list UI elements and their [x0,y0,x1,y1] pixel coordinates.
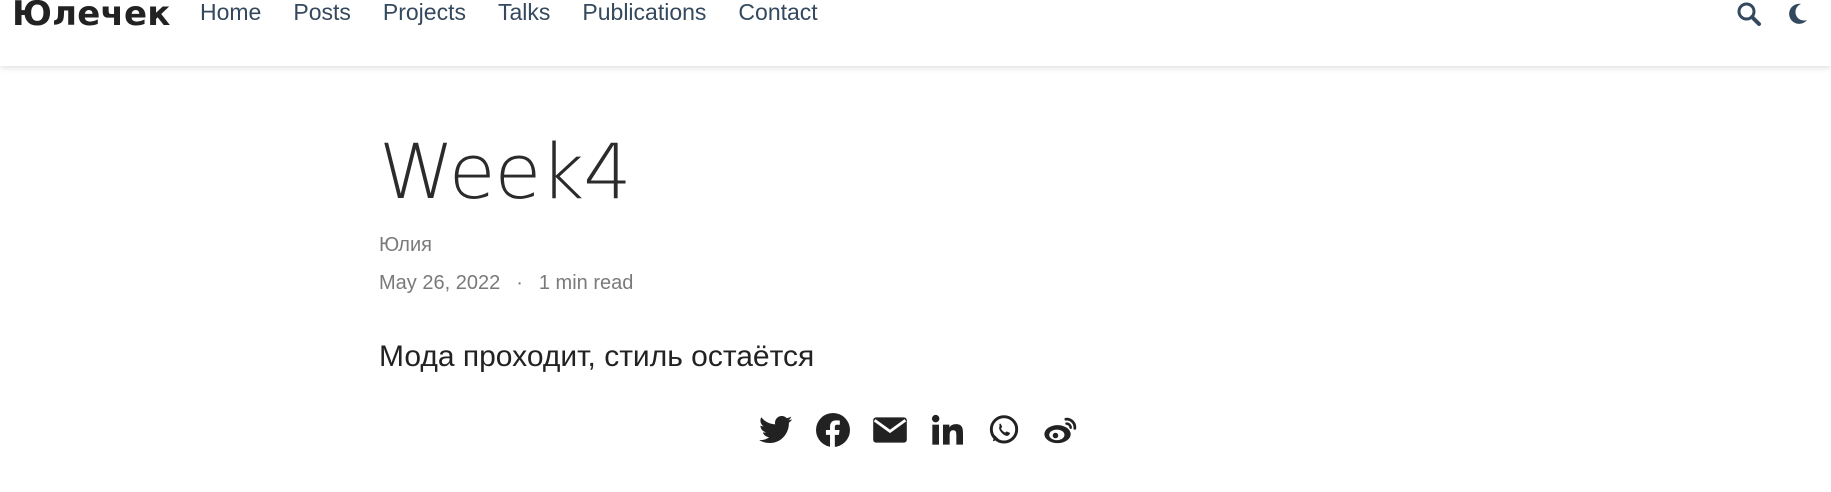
email-icon[interactable] [870,410,910,450]
post-date: May 26, 2022 [379,272,501,294]
weibo-icon[interactable] [1041,410,1081,450]
read-time: 1 min read [538,272,634,294]
moon-icon[interactable] [1783,0,1811,28]
site-header: Юлечек Home Posts Projects Talks Publica… [0,0,1831,66]
post-content: Мода проходит, стиль остаётся [379,340,815,373]
nav-posts[interactable]: Posts [293,0,351,26]
post-title: Week4 [379,127,632,216]
nav-home[interactable]: Home [200,0,261,26]
post-meta: May 26, 2022 · 1 min read [379,272,633,295]
nav-publications[interactable]: Publications [582,0,706,26]
meta-separator: · [516,272,523,294]
share-bar [756,410,1098,450]
header-actions [1735,0,1831,28]
whatsapp-icon[interactable] [984,410,1024,450]
post-article: Week4 Юлия May 26, 2022 · 1 min read Мода … [379,120,1454,373]
linkedin-icon[interactable] [927,410,967,450]
twitter-icon[interactable] [756,410,796,450]
nav-talks[interactable]: Talks [498,0,550,26]
site-brand[interactable]: Юлечек [12,0,171,34]
nav-projects[interactable]: Projects [383,0,466,26]
post-author[interactable]: Юлия [379,234,432,257]
nav-contact[interactable]: Contact [738,0,817,26]
facebook-icon[interactable] [813,410,853,450]
main-nav: Home Posts Projects Talks Publications C… [200,0,850,26]
search-icon[interactable] [1735,0,1763,28]
